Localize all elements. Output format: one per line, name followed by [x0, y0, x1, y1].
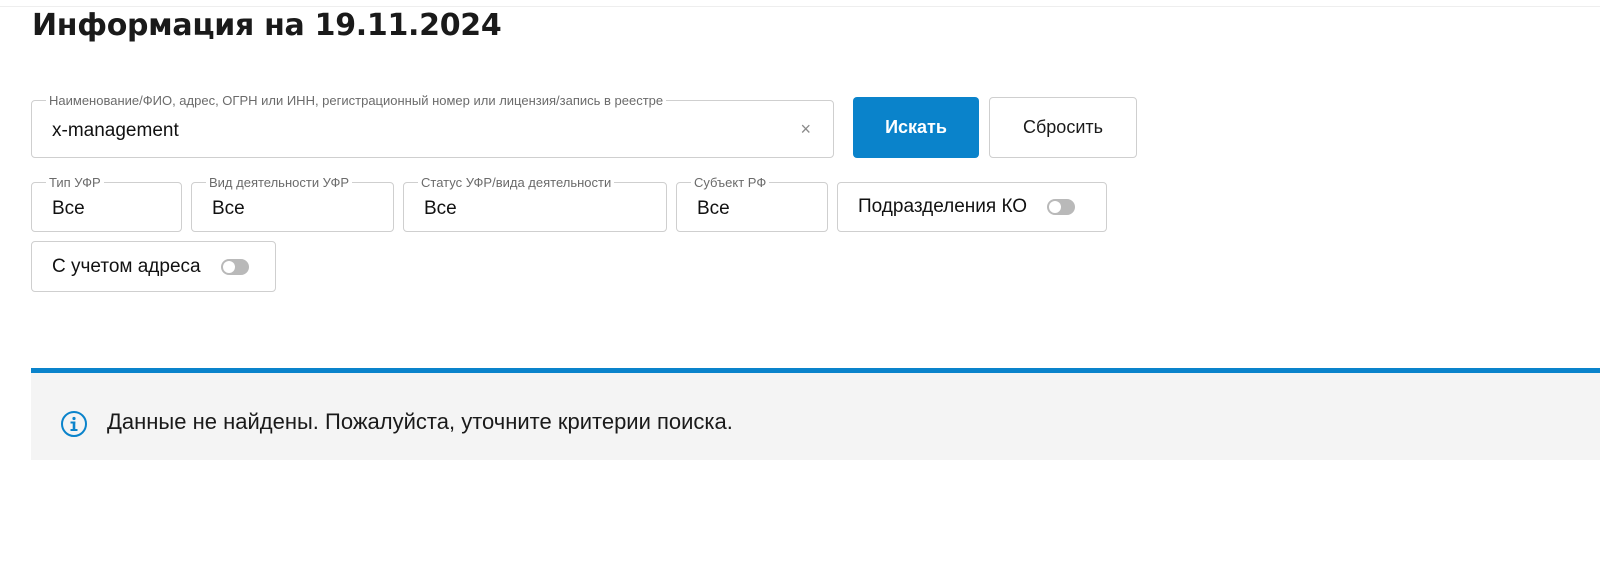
toggle-knob	[1049, 201, 1062, 213]
filter-type-label: Тип УФР	[46, 175, 104, 190]
branches-toggle-box[interactable]: Подразделения КО	[837, 182, 1107, 232]
filter-activity-select[interactable]: Вид деятельности УФР Все	[191, 175, 394, 232]
close-icon[interactable]: ×	[800, 119, 811, 139]
top-divider	[0, 6, 1600, 7]
search-input[interactable]: x-management	[52, 120, 179, 142]
filter-type-select[interactable]: Тип УФР Все	[31, 175, 182, 232]
filter-activity-label: Вид деятельности УФР	[206, 175, 353, 190]
page-title: Информация на 19.11.2024	[32, 8, 502, 43]
filter-activity-value: Все	[212, 198, 245, 219]
search-field[interactable]: Наименование/ФИО, адрес, ОГРН или ИНН, р…	[31, 93, 834, 158]
reset-button[interactable]: Сбросить	[989, 97, 1137, 158]
address-toggle-label: С учетом адреса	[52, 255, 201, 277]
toggle-knob	[222, 260, 235, 273]
search-field-label: Наименование/ФИО, адрес, ОГРН или ИНН, р…	[46, 93, 667, 108]
no-results-alert: Данные не найдены. Пожалуйста, уточните …	[31, 368, 1600, 460]
branches-toggle-label: Подразделения КО	[858, 196, 1028, 217]
filter-status-label: Статус УФР/вида деятельности	[418, 175, 615, 190]
filter-type-value: Все	[52, 198, 85, 219]
filter-region-value: Все	[697, 198, 730, 219]
filter-region-select[interactable]: Субъект РФ Все	[676, 175, 828, 232]
branches-toggle[interactable]	[1047, 199, 1076, 215]
alert-message: Данные не найдены. Пожалуйста, уточните …	[107, 409, 733, 434]
info-icon	[61, 411, 87, 437]
address-toggle-box[interactable]: С учетом адреса	[31, 241, 276, 292]
filter-status-select[interactable]: Статус УФР/вида деятельности Все	[403, 175, 667, 232]
filter-status-value: Все	[424, 198, 457, 219]
filter-region-label: Субъект РФ	[691, 175, 770, 190]
address-toggle[interactable]	[220, 258, 249, 275]
search-button[interactable]: Искать	[853, 97, 979, 158]
